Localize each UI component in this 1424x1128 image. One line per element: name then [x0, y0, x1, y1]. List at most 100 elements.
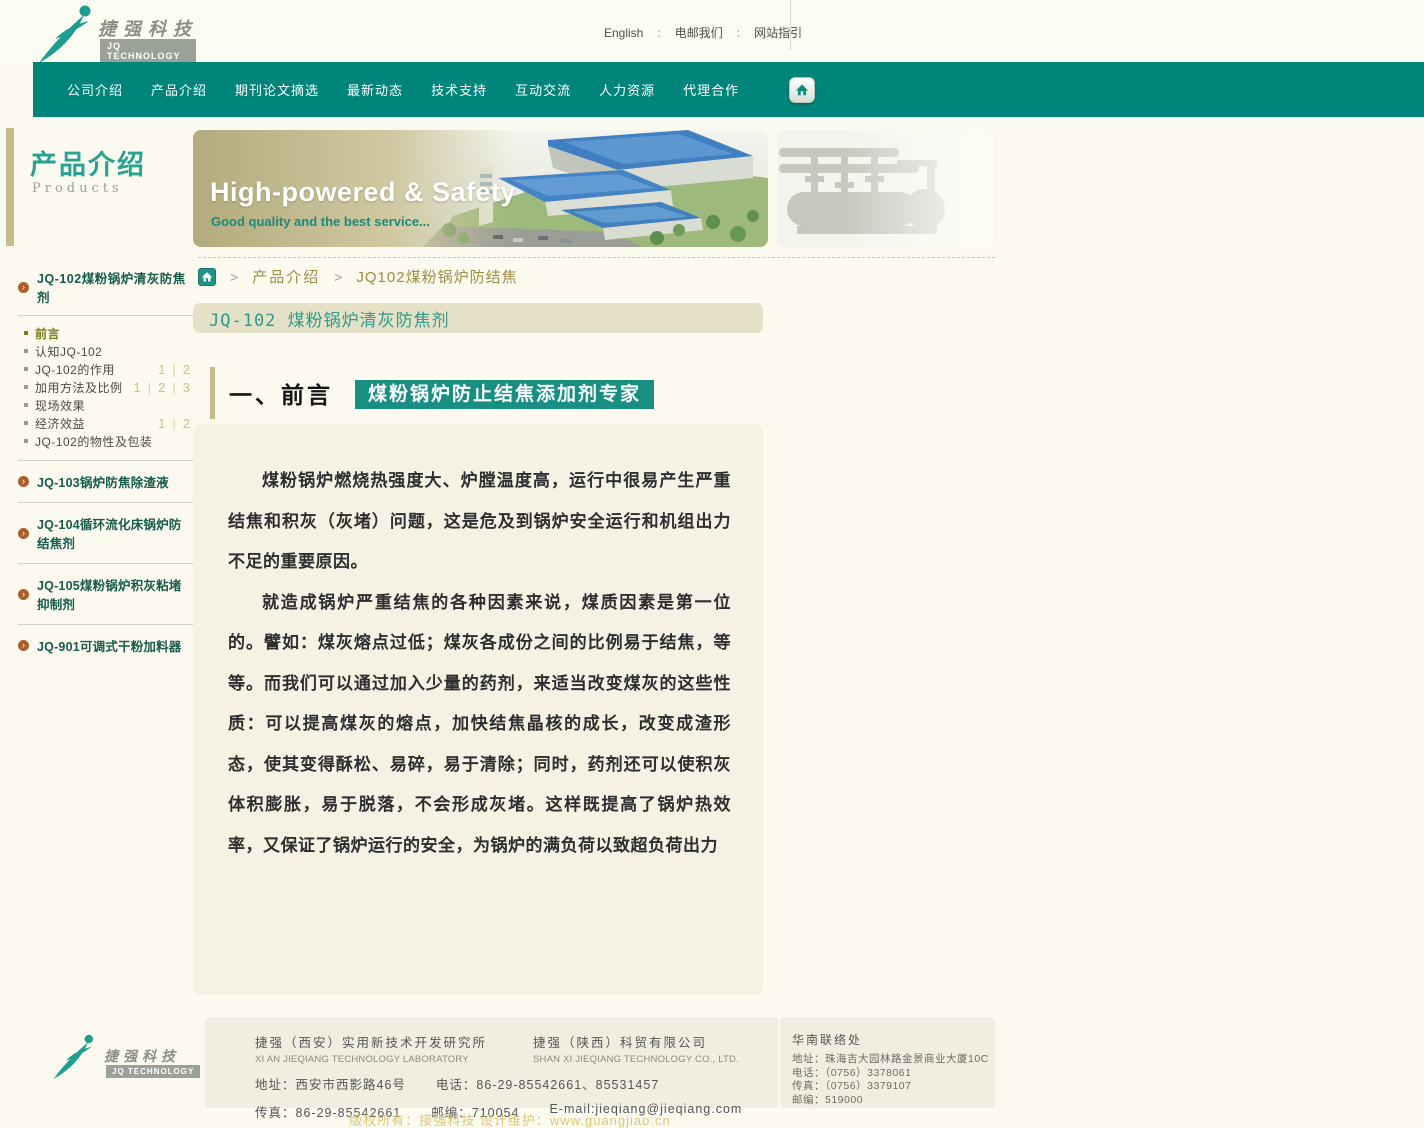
submenu-field-effect[interactable]: 现场效果	[24, 396, 194, 414]
submenu-foreword[interactable]: 前言	[24, 324, 194, 342]
south-office-tel: 电话：（0756）3378061	[792, 1067, 995, 1081]
org1-name-cn: 捷强（西安）实用新技术开发研究所	[255, 1032, 487, 1051]
submenu-properties-packaging[interactable]: JQ-102的物性及包装	[24, 432, 194, 450]
bullet-target-icon: ›	[18, 589, 29, 600]
pagination: 1 2	[158, 362, 190, 377]
section-title: 一、前言	[229, 376, 333, 410]
breadcrumb-current: JQ102煤粉锅炉防结焦	[356, 266, 517, 287]
header-divider	[790, 0, 791, 50]
page-link[interactable]: 1	[158, 416, 165, 431]
breadcrumb-home-button[interactable]	[198, 268, 216, 286]
logo-text-cn: 捷强科技	[104, 1046, 180, 1066]
sidebar-item-label: JQ-105煤粉锅炉积灰粘堵抑制剂	[37, 575, 194, 613]
south-office-zip: 邮编：519000	[792, 1094, 995, 1108]
nav-products[interactable]: 产品介绍	[151, 80, 207, 99]
org1-name-en: XI AN JIEQIANG TECHNOLOGY LABORATORY	[255, 1054, 487, 1065]
sidebar-item-jq104[interactable]: › JQ-104循环流化床锅炉防结焦剂	[18, 503, 194, 564]
south-office-address: 地址：珠海吉大园林路金景商业大厦10C	[792, 1053, 995, 1067]
banner-headline: High-powered & Safety	[210, 177, 516, 208]
footer-org1: 捷强（西安）实用新技术开发研究所 XI AN JIEQIANG TECHNOLO…	[255, 1032, 487, 1065]
page-link[interactable]: 2	[141, 380, 166, 395]
bullet-target-icon: ›	[18, 476, 29, 487]
south-office-fax: 传真：（0756）3379107	[792, 1080, 995, 1094]
sidebar-item-label: JQ-103锅炉防焦除渣液	[37, 472, 169, 491]
logo-text-en: JQ TECHNOLOGY	[100, 39, 196, 63]
submenu-label: 认知JQ-102	[35, 343, 194, 360]
logo-swoosh-icon	[36, 3, 98, 63]
square-bullet-icon	[24, 403, 28, 407]
pagination: 1 2 3	[134, 380, 190, 395]
square-bullet-icon	[24, 331, 28, 335]
home-icon	[795, 83, 809, 97]
nav-hr[interactable]: 人力资源	[599, 80, 655, 99]
submenu-label: 现场效果	[35, 397, 194, 414]
jq102-submenu: 前言 认知JQ-102 JQ-102的作用 1 2 加用方法及比例 1 2	[18, 316, 194, 461]
page-title-bar: JQ-102 煤粉锅炉清灰防焦剂	[193, 303, 763, 333]
nav-interaction[interactable]: 互动交流	[515, 80, 571, 99]
breadcrumb-separator: >	[334, 269, 342, 285]
sidebar-accent-bar	[6, 128, 14, 246]
sidebar-item-label: JQ-102煤粉锅炉清灰防焦剂	[37, 268, 194, 306]
bullet-target-icon: ›	[18, 282, 29, 293]
home-button[interactable]	[789, 77, 815, 103]
page-link[interactable]: 3	[165, 380, 190, 395]
submenu-function[interactable]: JQ-102的作用 1 2	[24, 360, 194, 378]
south-office-title: 华南联络处	[792, 1031, 995, 1048]
org2-name-en: SHAN XI JIEQIANG TECHNOLOGY CO., LTD.	[533, 1054, 739, 1065]
copyright: 版权所有：接强科技 设计维护：www.guangjiao.cn	[0, 1110, 1020, 1128]
submenu-usage[interactable]: 加用方法及比例 1 2 3	[24, 378, 194, 396]
sidebar-item-jq105[interactable]: › JQ-105煤粉锅炉积灰粘堵抑制剂	[18, 564, 194, 625]
link-email-us[interactable]: 电邮我们	[643, 24, 722, 41]
pagination: 1 2	[158, 416, 190, 431]
sidebar-item-label: JQ-901可调式干粉加料器	[37, 636, 182, 655]
sidebar-menu: › JQ-102煤粉锅炉清灰防焦剂 前言 认知JQ-102 JQ-102的作用 …	[18, 264, 194, 666]
paragraph-1: 煤粉锅炉燃烧热强度大、炉膛温度高，运行中很易产生严重结焦和积灰（灰堵）问题，这是…	[228, 461, 731, 583]
breadcrumb-products[interactable]: 产品介绍	[252, 266, 320, 287]
banner-image: High-powered & Safety Good quality and t…	[193, 130, 768, 247]
sidebar-item-jq102[interactable]: › JQ-102煤粉锅炉清灰防焦剂	[18, 264, 194, 316]
section-badge: 煤粉锅炉防止结焦添加剂专家	[355, 380, 654, 409]
submenu-label: 加用方法及比例	[35, 379, 134, 396]
sidebar-item-jq901[interactable]: › JQ-901可调式干粉加料器	[18, 625, 194, 666]
submenu-economic-benefit[interactable]: 经济效益 1 2	[24, 414, 194, 432]
bullet-target-icon: ›	[18, 528, 29, 539]
footer-logo: 捷强科技 JQ TECHNOLOGY	[52, 1032, 202, 1092]
page-link[interactable]: 2	[165, 416, 190, 431]
sidebar-item-jq103[interactable]: › JQ-103锅炉防焦除渣液	[18, 461, 194, 503]
square-bullet-icon	[24, 439, 28, 443]
page-link[interactable]: 1	[134, 380, 141, 395]
link-english[interactable]: English	[604, 26, 643, 40]
nav-tech-support[interactable]: 技术支持	[431, 80, 487, 99]
footer-south-office: 华南联络处 地址：珠海吉大园林路金景商业大厦10C 电话：（0756）33780…	[780, 1017, 995, 1108]
top-links: English 电邮我们 网站指引	[604, 24, 802, 41]
article-body: 煤粉锅炉燃烧热强度大、炉膛温度高，运行中很易产生严重结焦和积灰（灰堵）问题，这是…	[193, 424, 763, 995]
company-logo[interactable]: 捷强科技 JQ TECHNOLOGY	[36, 3, 196, 63]
nav-company[interactable]: 公司介绍	[67, 80, 123, 99]
footer-address: 地址：西安市西影路46号	[255, 1074, 406, 1093]
sidebar-item-label: JQ-104循环流化床锅炉防结焦剂	[37, 514, 194, 552]
bullet-target-icon: ›	[18, 640, 29, 651]
square-bullet-icon	[24, 421, 28, 425]
nav-agency[interactable]: 代理合作	[683, 80, 739, 99]
page-link[interactable]: 1	[158, 362, 165, 377]
nav-journal[interactable]: 期刊论文摘选	[235, 80, 319, 99]
logo-swoosh-icon	[52, 1032, 98, 1080]
footer-tel: 电话：86-29-85542661、85531457	[436, 1074, 659, 1093]
home-icon	[201, 271, 213, 283]
boiler-pipes-illustration	[777, 130, 995, 247]
main-nav: 公司介绍 产品介绍 期刊论文摘选 最新动态 技术支持 互动交流 人力资源 代理合…	[33, 62, 1424, 117]
breadcrumb: > 产品介绍 > JQ102煤粉锅炉防结焦	[198, 257, 995, 287]
sidebar-subtitle: Products	[32, 181, 123, 196]
page-title: JQ-102 煤粉锅炉清灰防焦剂	[209, 306, 450, 331]
banner-tagline: Good quality and the best service...	[211, 214, 430, 229]
sidebar-title: 产品介绍	[30, 143, 146, 182]
page-link[interactable]: 2	[165, 362, 190, 377]
breadcrumb-separator: >	[230, 269, 238, 285]
logo-text-cn: 捷强科技	[98, 15, 198, 41]
nav-news[interactable]: 最新动态	[347, 80, 403, 99]
square-bullet-icon	[24, 385, 28, 389]
submenu-know-jq102[interactable]: 认知JQ-102	[24, 342, 194, 360]
footer-main: 捷强（西安）实用新技术开发研究所 XI AN JIEQIANG TECHNOLO…	[205, 1017, 778, 1108]
logo-text-en: JQ TECHNOLOGY	[106, 1065, 200, 1078]
section-accent-bar	[210, 367, 215, 419]
